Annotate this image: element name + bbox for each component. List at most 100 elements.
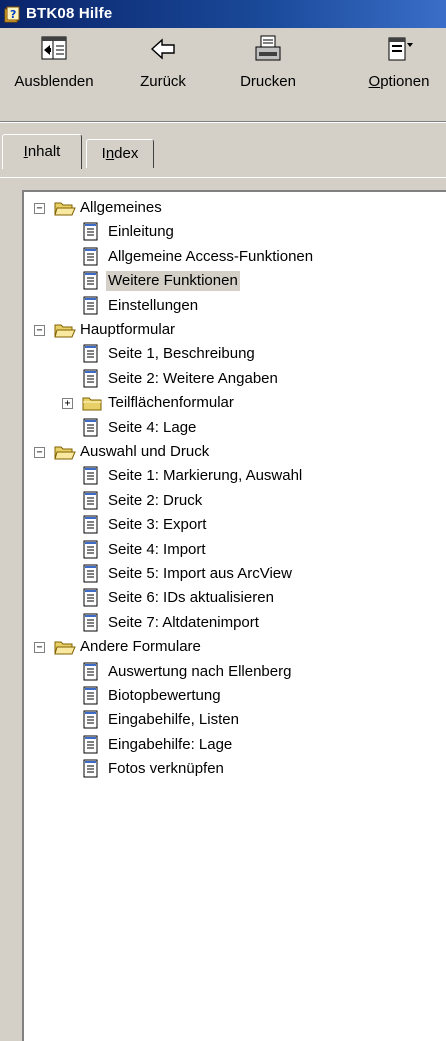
- hide-button-label: Ausblenden: [14, 73, 94, 90]
- help-page-icon: [83, 710, 98, 729]
- tree-item-label: Seite 5: Import aus ArcView: [108, 565, 292, 582]
- back-arrow-icon: [150, 38, 175, 60]
- expand-toggle[interactable]: +: [62, 398, 73, 410]
- tree-item-label: Seite 6: IDs aktualisieren: [108, 589, 274, 607]
- window-title: BTK08 Hilfe: [26, 5, 113, 22]
- tree-topic[interactable]: Seite 4: Lage: [24, 416, 444, 440]
- tree-item-label: Allgemeines: [80, 199, 162, 216]
- folder-open-icon: [54, 446, 76, 460]
- collapse-toggle[interactable]: −: [34, 203, 45, 214]
- tree-topic[interactable]: Seite 1, Beschreibung: [24, 342, 444, 366]
- tree-topic[interactable]: Seite 2: Druck: [24, 489, 444, 513]
- help-page-icon: [83, 540, 98, 559]
- tree-topic[interactable]: Seite 5: Import aus ArcView: [24, 562, 444, 586]
- tree-item-label: Eingabehilfe: Lage: [108, 735, 233, 753]
- tree-item-label: Allgemeine Access-Funktionen: [108, 247, 314, 265]
- tree-item-label: Eingabehilfe, Listen: [108, 711, 239, 729]
- help-page-icon: [83, 344, 98, 363]
- tree-folder[interactable]: − Auswahl und Druck: [24, 440, 444, 464]
- tab-contents[interactable]: Inhalt: [2, 134, 82, 169]
- tree-folder[interactable]: − Hauptformular: [24, 318, 444, 342]
- help-page-icon: [83, 588, 98, 607]
- folder-open-icon: [54, 324, 76, 338]
- tree-item-label: Seite 3: Export: [108, 516, 207, 534]
- tab-contents-label: Inhalt: [23, 143, 61, 160]
- tree-topic[interactable]: Weitere Funktionen: [24, 269, 444, 293]
- tree-topic[interactable]: Seite 7: Altdatenimport: [24, 611, 444, 635]
- tree-topic[interactable]: Allgemeine Access-Funktionen: [24, 245, 444, 269]
- tree-item-label: Seite 2: Weitere Angaben: [108, 369, 278, 387]
- tab-baseline: [0, 177, 446, 178]
- tree-item-label: Biotopbewertung: [108, 687, 221, 704]
- tree-folder[interactable]: + Teilflächenformular: [24, 391, 444, 415]
- tree-topic[interactable]: Eingabehilfe: Lage: [24, 733, 444, 757]
- help-page-icon: [83, 686, 98, 705]
- collapse-toggle[interactable]: −: [34, 642, 45, 654]
- tree-item-label: Auswahl und Druck: [80, 443, 210, 460]
- help-page-icon: [83, 271, 98, 290]
- title-bar: ? BTK08 Hilfe: [0, 0, 446, 28]
- contents-tree[interactable]: − Allgemeines Einleitung Allgemeine Access-…: [22, 190, 446, 1041]
- tree-item-label: Fotos verknüpfen: [108, 760, 224, 778]
- tree-item-label: Weitere Funktionen: [106, 271, 240, 292]
- help-page-icon: [83, 662, 98, 681]
- tree-item-label: Auswertung nach Ellenberg: [108, 662, 292, 680]
- folder-open-icon: [54, 641, 76, 655]
- tab-strip: Inhalt Index: [0, 124, 446, 176]
- help-page-icon: [83, 247, 98, 266]
- tree-item-label: Andere Formulare: [80, 638, 201, 656]
- tree-item-label: Einleitung: [108, 223, 174, 241]
- svg-text:?: ?: [10, 8, 16, 21]
- help-page-icon: [83, 222, 98, 241]
- help-page-icon: [83, 491, 98, 510]
- tree-topic[interactable]: Seite 4: Import: [24, 538, 444, 562]
- help-page-icon: [83, 759, 98, 778]
- help-page-icon: [83, 418, 98, 437]
- tree-folder[interactable]: − Allgemeines: [24, 196, 444, 220]
- help-page-icon: [83, 515, 98, 534]
- help-page-icon: [83, 466, 98, 485]
- tab-index-label: Index: [101, 145, 139, 162]
- tree-topic[interactable]: Fotos verknüpfen: [24, 757, 444, 781]
- tree-topic[interactable]: Seite 2: Weitere Angaben: [24, 367, 444, 391]
- tree-folder[interactable]: − Andere Formulare: [24, 635, 444, 659]
- print-button[interactable]: Drucken: [218, 34, 318, 116]
- help-page-icon: [83, 735, 98, 754]
- tree-item-label: Seite 1: Markierung, Auswahl: [108, 467, 303, 485]
- options-button-label: Optionen: [368, 73, 430, 90]
- help-page-icon: [83, 613, 98, 632]
- hide-button[interactable]: Ausblenden: [0, 34, 108, 116]
- printer-icon: [255, 35, 281, 61]
- help-page-icon: [83, 369, 98, 388]
- tree-item-label: Einstellungen: [108, 296, 199, 314]
- collapse-toggle[interactable]: −: [34, 447, 45, 458]
- tree-item-label: Seite 1, Beschreibung: [108, 345, 255, 363]
- tree-topic[interactable]: Einstellungen: [24, 294, 444, 318]
- tree-topic[interactable]: Seite 3: Export: [24, 513, 444, 537]
- tree-topic[interactable]: Seite 6: IDs aktualisieren: [24, 586, 444, 610]
- tree-topic[interactable]: Eingabehilfe, Listen: [24, 708, 444, 732]
- tree-item-label: Seite 7: Altdatenimport: [108, 613, 259, 631]
- tree-item-label: Seite 4: Import: [108, 540, 206, 558]
- options-button[interactable]: Optionen: [352, 34, 446, 116]
- tree-item-label: Hauptformular: [80, 321, 176, 338]
- tree-item-label: Teilflächenformular: [108, 394, 234, 412]
- tree-topic[interactable]: Auswertung nach Ellenberg: [24, 660, 444, 684]
- back-button[interactable]: Zurück: [120, 34, 206, 116]
- hide-pane-icon: [41, 36, 67, 60]
- tab-index[interactable]: Index: [86, 139, 154, 168]
- help-page-icon: [83, 296, 98, 315]
- print-button-label: Drucken: [240, 73, 296, 90]
- folder-open-icon: [54, 202, 76, 216]
- tree-topic[interactable]: Biotopbewertung: [24, 684, 444, 708]
- collapse-toggle[interactable]: −: [34, 325, 45, 336]
- help-page-icon: [83, 564, 98, 583]
- tree-topic[interactable]: Einleitung: [24, 220, 444, 244]
- tree-item-label: Seite 4: Lage: [108, 418, 197, 436]
- toolbar: Ausblenden Zurück Drucken Optionen: [0, 28, 446, 120]
- tree-item-label: Seite 2: Druck: [108, 491, 203, 509]
- back-button-label: Zurück: [140, 73, 186, 90]
- toolbar-divider: [0, 121, 446, 123]
- tree-topic[interactable]: Seite 1: Markierung, Auswahl: [24, 464, 444, 488]
- folder-closed-icon: [82, 397, 102, 411]
